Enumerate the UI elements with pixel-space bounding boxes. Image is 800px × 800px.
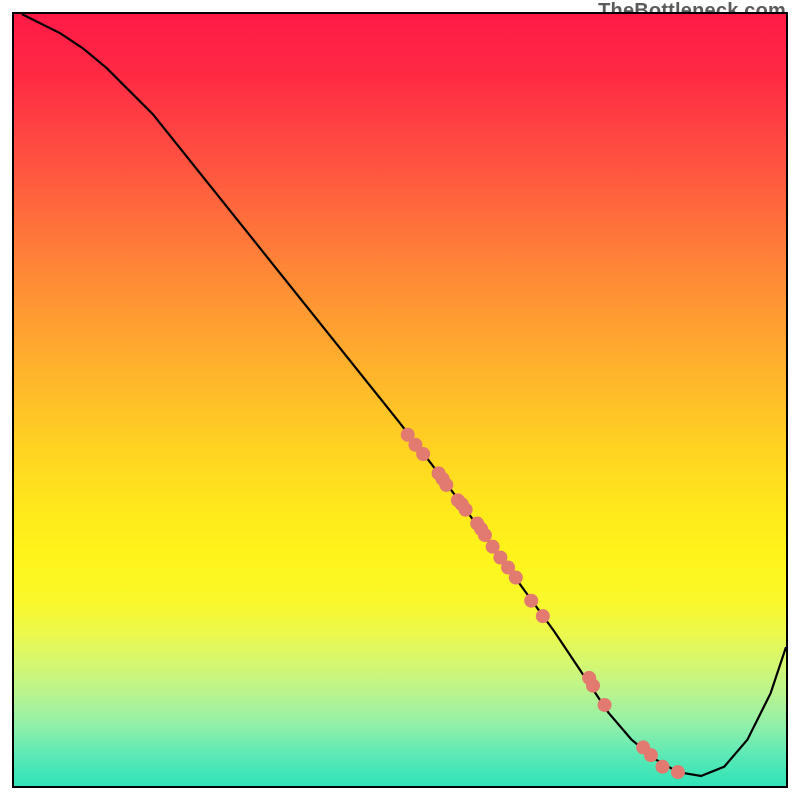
- plot-area: [12, 12, 788, 788]
- gradient-background: [14, 14, 786, 786]
- chart-container: TheBottleneck.com: [0, 0, 800, 800]
